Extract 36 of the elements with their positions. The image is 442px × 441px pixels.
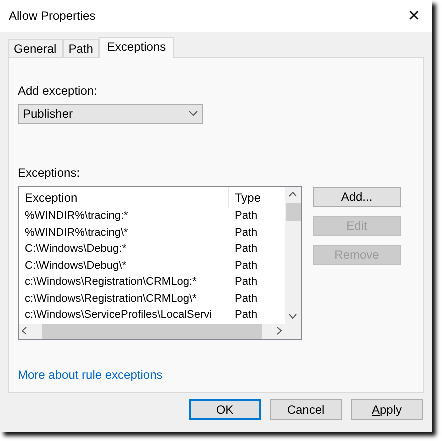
- scroll-down-icon[interactable]: [289, 314, 297, 319]
- rule-exceptions-link[interactable]: More about rule exceptions: [18, 366, 163, 384]
- horizontal-scroll-thumb[interactable]: [42, 324, 262, 339]
- dialog-button[interactable]: Cancel: [270, 399, 342, 420]
- table-cell-text: C:\Windows\Debug\*: [24, 258, 128, 274]
- table-cell-text: Path: [234, 209, 258, 224]
- table-cell-text: Path: [234, 292, 258, 307]
- scroll-right-icon[interactable]: [277, 327, 282, 336]
- scroll-left-icon[interactable]: [22, 327, 27, 336]
- close-button[interactable]: ×: [408, 6, 420, 26]
- table-cell-text: Path: [234, 275, 258, 290]
- vertical-scroll-thumb[interactable]: [286, 203, 300, 221]
- column-header[interactable]: Exception: [19, 187, 229, 208]
- table-cell-text: c:\Windows\Registration\CRMLog\*: [24, 292, 198, 307]
- tab[interactable]: Exceptions: [99, 37, 174, 58]
- dialog-button[interactable]: OK: [189, 399, 261, 420]
- table-cell-text: Path: [234, 226, 258, 241]
- scroll-up-icon[interactable]: [289, 192, 297, 197]
- tab[interactable]: General: [8, 39, 63, 57]
- table-cell-text: %WINDIR%\tracing\*: [24, 226, 130, 241]
- tab[interactable]: Path: [62, 39, 100, 57]
- window-title: Allow Properties: [9, 8, 96, 25]
- table-cell-text: Path: [234, 258, 258, 274]
- table-cell-text: Path: [234, 242, 258, 258]
- dialog-button[interactable]: Apply: [351, 399, 423, 420]
- table-cell-text: c:\Windows\Registration\CRMLog:*: [24, 275, 198, 290]
- add-exception-label: Add exception:: [18, 83, 98, 100]
- exceptions-label: Exceptions:: [18, 165, 82, 182]
- list-action-button[interactable]: Add...: [313, 187, 401, 207]
- exception-type-dropdown[interactable]: Publisher: [18, 104, 203, 124]
- table-cell-text: Path: [234, 308, 258, 324]
- table-cell-text: %WINDIR%\tracing:*: [24, 209, 130, 224]
- column-header[interactable]: Type: [229, 188, 262, 207]
- table-cell-text: C:\Windows\Debug:*: [24, 242, 128, 258]
- chevron-down-icon: [189, 111, 198, 117]
- table-cell-text: c:\Windows\ServiceProfiles\LocalServi: [24, 308, 214, 324]
